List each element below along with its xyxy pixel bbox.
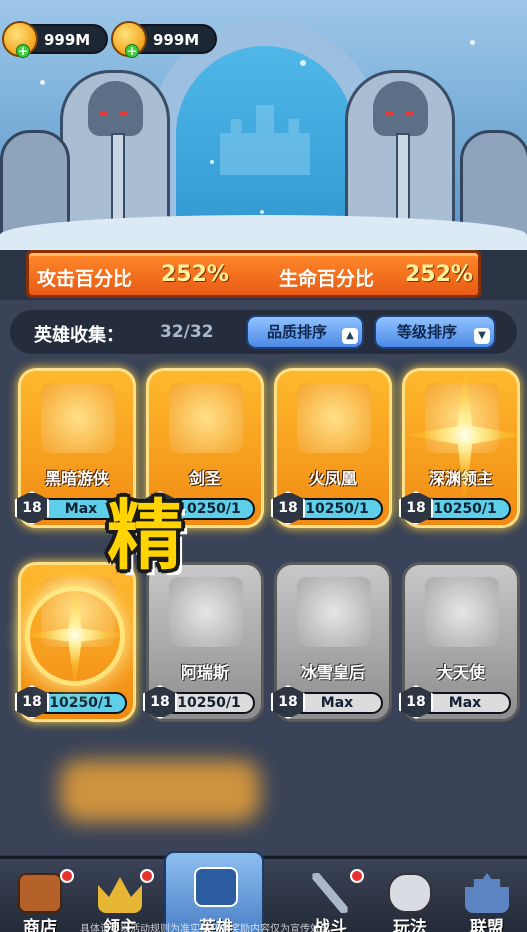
notification-dot: [140, 869, 154, 883]
stat-banner: 攻击百分比 252% 生命百分比 252%: [26, 250, 481, 298]
hero-progress-text: 10250/1: [49, 695, 113, 711]
hero-card-archangel[interactable]: 大天使 Max 18: [399, 562, 520, 722]
attack-percent-value: 252%: [161, 262, 229, 287]
hooded-statue-right: [345, 70, 455, 240]
collection-header: 英雄收集： 32/32 品质排序 ▲ 等级排序 ▼: [10, 310, 517, 354]
hero-progress-text: Max: [448, 695, 482, 711]
shop-chest-icon: [18, 873, 62, 913]
hero-card-fire-phoenix[interactable]: 火凤凰 10250/1 18: [271, 368, 392, 528]
sort-quality-label: 品质排序: [266, 323, 327, 341]
overlay-caption: 精: [107, 491, 183, 580]
notification-dot: [350, 869, 364, 883]
notification-dot: [60, 869, 74, 883]
coin-amount: 999M: [153, 31, 200, 49]
hero-card-ice-queen[interactable]: 冰雪皇后 Max 18: [271, 562, 392, 722]
gem-amount: 999M: [44, 31, 91, 49]
hero-name: 黑暗游侠: [44, 469, 109, 488]
disclaimer-text: 具体请参以活动规则为准实际任务奖励内容仅为宣传效果: [80, 924, 330, 932]
snow-ground: [0, 215, 527, 250]
collection-count: 32/32: [160, 322, 214, 342]
sort-down-icon: ▼: [474, 328, 490, 344]
hero-name: 冰雪皇后: [300, 663, 365, 682]
hero-cards-icon: [194, 867, 238, 907]
hp-percent-value: 252%: [405, 262, 473, 287]
fire-phoenix-icon: [297, 383, 371, 453]
crown-icon: [98, 877, 142, 913]
sort-level-label: 等级排序: [396, 323, 457, 341]
archangel-icon: [425, 577, 499, 647]
add-coin-icon[interactable]: +: [125, 44, 139, 58]
ares-icon: [169, 577, 243, 647]
collection-label: 英雄收集：: [34, 325, 124, 346]
hero-name: 火凤凰: [308, 469, 357, 488]
nav-label: 商店: [23, 918, 57, 932]
crossed-swords-icon: [312, 873, 348, 913]
sort-by-level-button[interactable]: 等级排序 ▼: [374, 315, 496, 349]
hooded-statue-left: [60, 70, 170, 240]
add-gem-icon[interactable]: +: [16, 44, 30, 58]
castle-icon: [465, 873, 509, 913]
coin-currency[interactable]: + 999M: [111, 21, 217, 58]
hero-progress-text: Max: [320, 695, 354, 711]
sort-up-icon: ▲: [342, 328, 358, 344]
sort-by-quality-button[interactable]: 品质排序 ▲: [246, 315, 364, 349]
hero-progress-text: 10250/1: [305, 501, 369, 517]
hero-name: 大天使: [436, 663, 485, 682]
hero-card-ares[interactable]: 阿瑞斯 10250/1 18: [143, 562, 264, 722]
hero-name: 阿瑞斯: [180, 663, 229, 682]
ice-queen-icon: [297, 577, 371, 647]
hp-percent-label: 生命百分比: [279, 268, 375, 290]
gamepad-icon: [388, 873, 432, 913]
hero-progress-text: 10250/1: [177, 695, 241, 711]
hero-name: 剑圣: [188, 469, 221, 488]
gem-currency[interactable]: + 999M: [2, 21, 108, 58]
attack-percent-label: 攻击百分比: [37, 268, 133, 290]
dark-ranger-icon: [41, 383, 115, 453]
blurred-button[interactable]: [60, 760, 260, 822]
sword-saint-icon: [169, 383, 243, 453]
nav-shop[interactable]: 商店: [0, 859, 80, 932]
